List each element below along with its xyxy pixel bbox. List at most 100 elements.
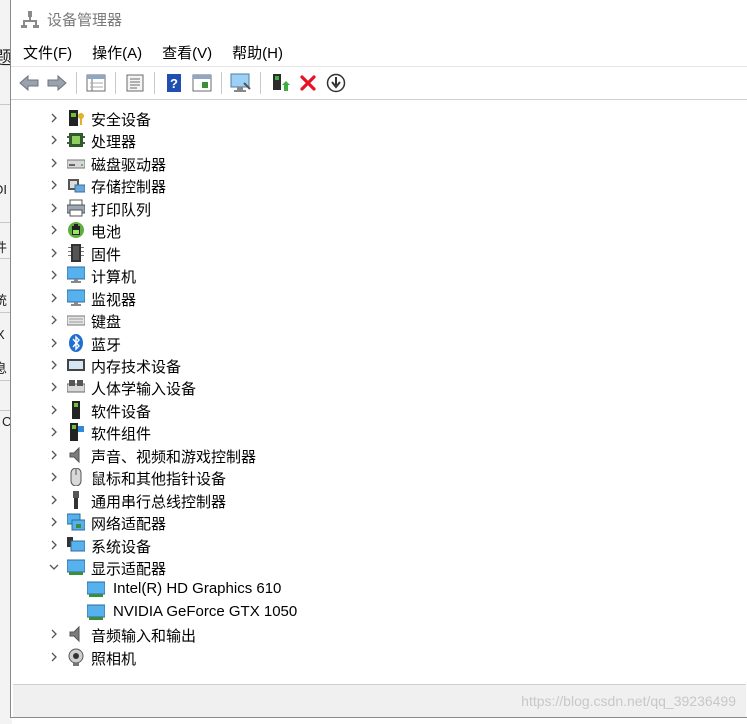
- chevron-right-icon[interactable]: [49, 203, 59, 213]
- tree-category-row[interactable]: 网络适配器: [13, 511, 733, 533]
- view-button[interactable]: [190, 71, 214, 95]
- chevron-right-icon[interactable]: [49, 135, 59, 145]
- toolbar: ?: [11, 66, 747, 100]
- mouse-icon: [67, 467, 85, 487]
- tree-category-row[interactable]: 存储控制器: [13, 174, 733, 196]
- forward-button[interactable]: [45, 71, 69, 95]
- background-text-fragment: DI: [0, 182, 7, 197]
- tree-category-row[interactable]: 显示适配器: [13, 556, 733, 578]
- tree-device-row[interactable]: Intel(R) HD Graphics 610: [13, 578, 733, 600]
- chevron-right-icon[interactable]: [49, 427, 59, 437]
- chevron-right-icon[interactable]: [49, 405, 59, 415]
- tree-device-row[interactable]: NVIDIA GeForce GTX 1050: [13, 601, 733, 623]
- menu-bar: 文件(F) 操作(A) 查看(V) 帮助(H): [11, 38, 747, 66]
- show-hidden-button[interactable]: [123, 71, 147, 95]
- tree-category-row[interactable]: 打印队列: [13, 197, 733, 219]
- tree-category-label: 通用串行总线控制器: [91, 493, 227, 511]
- chevron-right-icon[interactable]: [49, 517, 59, 527]
- tree-category-row[interactable]: 声音、视频和游戏控制器: [13, 444, 733, 466]
- uninstall-button[interactable]: [296, 71, 320, 95]
- tree-category-row[interactable]: 鼠标和其他指针设备: [13, 466, 733, 488]
- tree-category-row[interactable]: 照相机: [13, 646, 733, 668]
- chevron-right-icon[interactable]: [49, 180, 59, 190]
- title-bar: 设备管理器: [11, 0, 747, 38]
- chevron-right-icon[interactable]: [49, 248, 59, 258]
- uninstall-icon: [300, 75, 316, 91]
- camera-icon: [67, 648, 85, 666]
- tree-category-row[interactable]: 键盘: [13, 309, 733, 331]
- help-button[interactable]: ?: [162, 71, 186, 95]
- tree-category-row[interactable]: 处理器: [13, 129, 733, 151]
- tree-category-label: 计算机: [91, 269, 137, 287]
- menu-file[interactable]: 文件(F): [13, 42, 82, 63]
- chevron-right-icon[interactable]: [49, 360, 59, 370]
- tree-category-label: 安全设备: [91, 112, 152, 129]
- tree-category-row[interactable]: 安全设备: [13, 107, 733, 129]
- disable-device-button[interactable]: [324, 71, 348, 95]
- device-manager-app-icon: [21, 10, 39, 28]
- tree-category-label: 键盘: [91, 314, 122, 332]
- chevron-right-icon[interactable]: [49, 472, 59, 482]
- tree-category-row[interactable]: 系统设备: [13, 534, 733, 556]
- tree-category-row[interactable]: 磁盘驱动器: [13, 152, 733, 174]
- forward-icon: [47, 74, 67, 92]
- security-device-icon: [67, 109, 85, 127]
- monitor-icon: [66, 289, 86, 307]
- tree-category-row[interactable]: 计算机: [13, 264, 733, 286]
- usb-icon: [67, 490, 85, 509]
- tree-category-label: 固件: [91, 246, 122, 264]
- toolbar-separator: [154, 72, 155, 94]
- chevron-down-icon[interactable]: [49, 562, 59, 572]
- processor-icon: [67, 131, 85, 149]
- chevron-right-icon[interactable]: [49, 540, 59, 550]
- tree-category-label: 软件设备: [91, 403, 152, 421]
- tree-category-row[interactable]: 软件设备: [13, 399, 733, 421]
- tree-category-label: 磁盘驱动器: [91, 156, 167, 174]
- tree-category-row[interactable]: 内存技术设备: [13, 354, 733, 376]
- update-driver-button[interactable]: [268, 71, 292, 95]
- chevron-right-icon[interactable]: [49, 338, 59, 348]
- chevron-right-icon[interactable]: [49, 652, 59, 662]
- chevron-right-icon[interactable]: [49, 158, 59, 168]
- memory-tech-icon: [67, 356, 85, 374]
- tree-category-label: 打印队列: [91, 201, 152, 219]
- tree-category-row[interactable]: 固件: [13, 242, 733, 264]
- menu-action[interactable]: 操作(A): [82, 42, 152, 63]
- menu-help[interactable]: 帮助(H): [222, 42, 293, 63]
- chevron-right-icon[interactable]: [49, 113, 59, 123]
- background-text-fragment: 统: [0, 293, 8, 308]
- toolbar-separator: [221, 72, 222, 94]
- tree-category-row[interactable]: 通用串行总线控制器: [13, 489, 733, 511]
- disable-device-icon: [326, 73, 346, 93]
- chevron-right-icon[interactable]: [49, 382, 59, 392]
- update-driver-icon: [273, 74, 290, 91]
- menu-view[interactable]: 查看(V): [152, 42, 222, 63]
- tree-category-row[interactable]: 软件组件: [13, 421, 733, 443]
- tree-category-label: 照相机: [91, 650, 137, 668]
- chevron-right-icon[interactable]: [49, 495, 59, 505]
- chevron-right-icon[interactable]: [49, 315, 59, 325]
- chevron-right-icon[interactable]: [49, 293, 59, 303]
- software-device-icon: [67, 400, 85, 419]
- back-button[interactable]: [17, 71, 41, 95]
- tree-category-row[interactable]: 监视器: [13, 287, 733, 309]
- disk-drive-icon: [66, 154, 86, 172]
- tree-category-label: 系统设备: [91, 538, 152, 556]
- tree-category-row[interactable]: 人体学输入设备: [13, 376, 733, 398]
- chevron-right-icon[interactable]: [49, 629, 59, 639]
- scan-hardware-button[interactable]: [229, 71, 253, 95]
- tree-category-row[interactable]: 音频输入和输出: [13, 623, 733, 645]
- sound-icon: [67, 446, 85, 464]
- computer-icon: [66, 266, 86, 284]
- chevron-right-icon[interactable]: [49, 450, 59, 460]
- tree-category-label: 网络适配器: [91, 516, 167, 534]
- chevron-right-icon[interactable]: [49, 270, 59, 280]
- help-icon: ?: [167, 74, 181, 92]
- background-text-fragment: 息: [0, 361, 8, 376]
- keyboard-icon: [66, 311, 86, 329]
- firmware-icon: [67, 243, 85, 262]
- tree-category-row[interactable]: 蓝牙: [13, 332, 733, 354]
- tree-category-row[interactable]: 电池: [13, 219, 733, 241]
- chevron-right-icon[interactable]: [49, 225, 59, 235]
- properties-grid-button[interactable]: [84, 71, 108, 95]
